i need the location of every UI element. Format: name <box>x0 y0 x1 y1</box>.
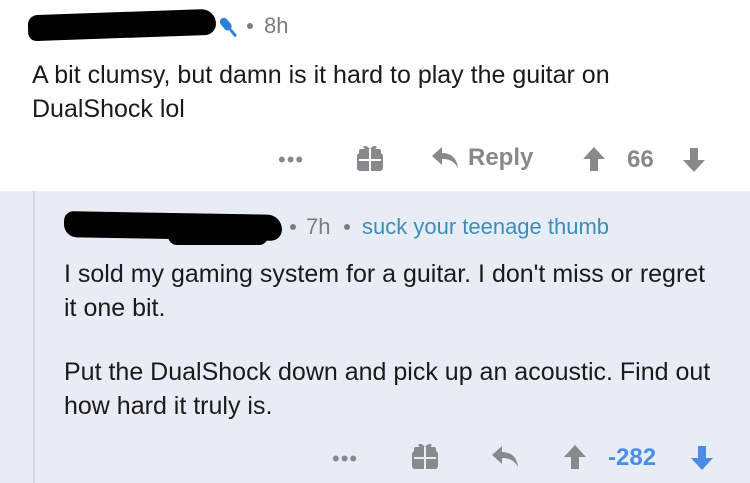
redacted-username <box>27 8 217 42</box>
gift-icon[interactable] <box>410 441 440 471</box>
user-flair: suck your teenage thumb <box>362 214 610 239</box>
reply-button[interactable]: Reply <box>430 144 533 172</box>
upvote-icon[interactable] <box>563 444 587 470</box>
comment-action-bar: ••• Reply 66 <box>0 140 750 180</box>
vote-score: 66 <box>627 146 654 173</box>
redacted-username-extra <box>168 227 268 245</box>
vote-score: -282 <box>608 444 657 471</box>
microphone-icon <box>219 17 237 37</box>
reply-arrow-icon <box>432 147 458 168</box>
reply-arrow-icon[interactable] <box>490 444 520 470</box>
downvote-icon[interactable] <box>682 147 706 173</box>
reply-label: Reply <box>468 144 534 171</box>
comment-timestamp: 8h <box>264 13 289 38</box>
gift-icon[interactable] <box>355 143 385 173</box>
upvote-icon[interactable] <box>582 146 606 172</box>
meta-separator <box>290 224 296 230</box>
comment-timestamp: 7h <box>306 214 331 239</box>
meta-separator <box>247 23 253 29</box>
thread-line[interactable] <box>33 191 35 483</box>
comment-body-paragraph-2: Put the DualShock down and pick up an ac… <box>64 358 711 420</box>
meta-separator <box>344 224 350 230</box>
more-options-button[interactable]: ••• <box>332 448 358 470</box>
more-options-button[interactable]: ••• <box>278 149 304 171</box>
downvote-icon[interactable] <box>690 445 714 471</box>
comment-body-paragraph-1: I sold my gaming system for a guitar. I … <box>64 260 706 322</box>
comment-reply: 7h suck your teenage thumb I sold my gam… <box>0 191 750 483</box>
comment-parent: 8h A bit clumsy, but damn is it hard to … <box>0 0 750 191</box>
comment-body: A bit clumsy, but damn is it hard to pla… <box>32 61 610 123</box>
